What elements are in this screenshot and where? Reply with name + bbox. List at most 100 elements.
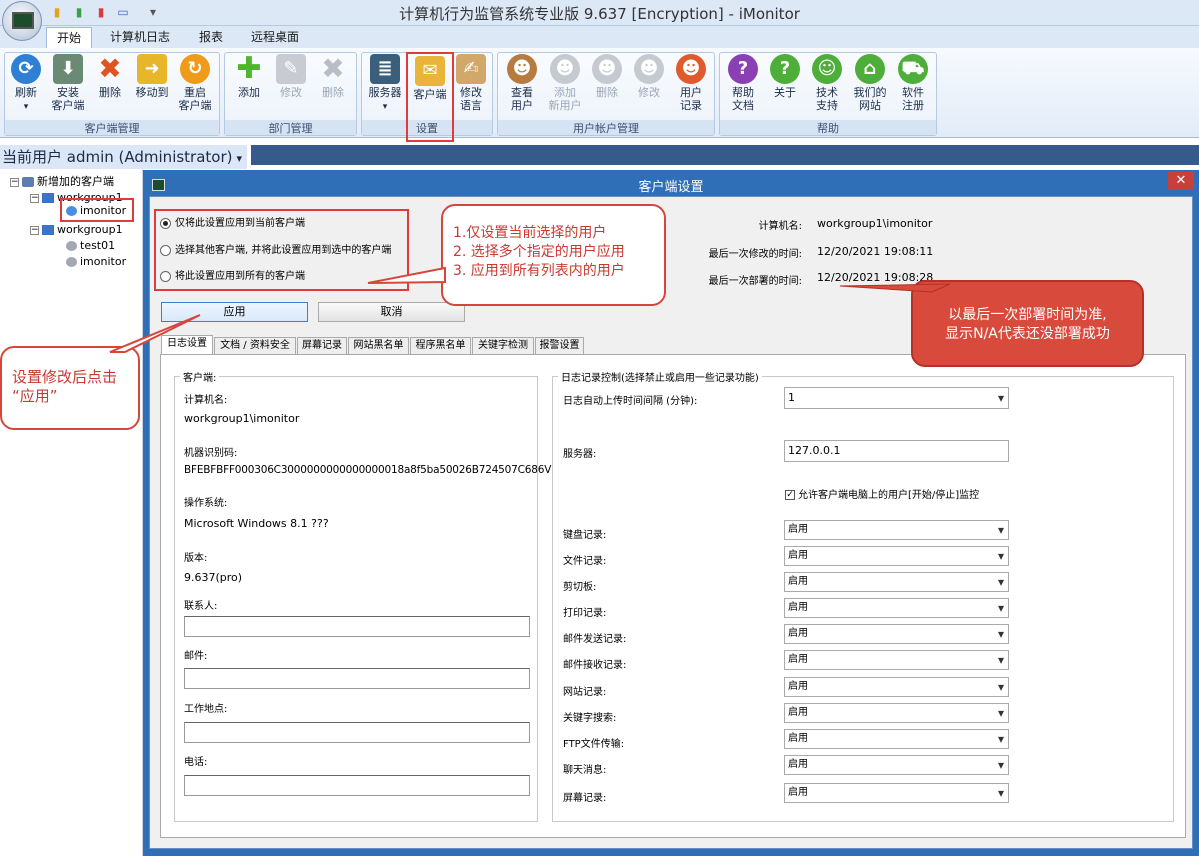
log-item-label: 剪切板:	[563, 582, 597, 593]
server-label: 服务器:	[563, 449, 597, 460]
os-value: Microsoft Windows 8.1 ???	[184, 517, 329, 530]
collapse-icon[interactable]: −	[10, 177, 19, 187]
log-item-select[interactable]: 启用	[784, 572, 1009, 592]
log-item-label: 关键字搜索:	[563, 713, 617, 724]
tab-program-blacklist[interactable]: 程序黑名单	[410, 337, 471, 355]
mail-input[interactable]	[184, 668, 530, 689]
log-item-select[interactable]: 启用	[784, 650, 1009, 670]
tree-node-workgroup1-b[interactable]: − workgroup1	[30, 222, 123, 238]
log-item-select[interactable]: 启用	[784, 546, 1009, 566]
group-label: 帮助	[720, 120, 936, 135]
add-plus-icon: ✚	[236, 51, 262, 86]
checkmark-icon: ✓	[785, 490, 795, 500]
server-settings-button[interactable]: ≣ 服务器 ▾	[364, 54, 406, 114]
language-icon: ✍	[456, 54, 486, 84]
last-deployed-label: 最后一次部署的时间:	[708, 276, 802, 287]
tree-node-test01[interactable]: test01	[66, 238, 115, 254]
move-folder-icon: ➜	[137, 54, 167, 84]
client-name-label: 计算机名:	[184, 395, 228, 406]
restart-client-button[interactable]: ↻ 重启 客户端	[174, 54, 216, 112]
log-item-select[interactable]: 启用	[784, 755, 1009, 775]
tab-keyword-detection[interactable]: 关键字检测	[472, 337, 534, 355]
radio-apply-selected[interactable]: 选择其他客户端, 并将此设置应用到选中的客户端	[160, 244, 391, 258]
delete-user-button[interactable]: ☻ 删除	[588, 54, 626, 99]
log-item-select[interactable]: 启用	[784, 677, 1009, 697]
apply-button[interactable]: 应用	[161, 302, 308, 322]
delete-department-button[interactable]: ✖ 删除	[313, 52, 353, 100]
tree-node-imonitor-selected[interactable]: imonitor	[60, 198, 134, 222]
delete-client-button[interactable]: ✖ 删除	[90, 54, 130, 100]
tab-computer-log[interactable]: 计算机日志	[102, 27, 178, 49]
tab-start[interactable]: 开始	[46, 27, 92, 49]
collapse-icon[interactable]: −	[30, 225, 39, 235]
register-software-button[interactable]: ⛟ 软件 注册	[893, 54, 933, 112]
tab-alert-settings[interactable]: 报警设置	[535, 337, 584, 355]
upload-interval-select[interactable]: 1	[784, 387, 1009, 409]
radio-apply-current[interactable]: 仅将此设置应用到当前客户端	[160, 217, 305, 231]
log-item-select[interactable]: 启用	[784, 598, 1009, 618]
tab-document-security[interactable]: 文档 / 资料安全	[214, 337, 296, 355]
collapse-icon[interactable]: −	[30, 193, 39, 203]
help-docs-button[interactable]: ? 帮助 文档	[723, 54, 763, 112]
tab-remote-desktop[interactable]: 远程桌面	[244, 27, 306, 49]
user-icon	[66, 257, 77, 267]
computer-group-icon	[42, 225, 54, 235]
app-menu-button[interactable]	[2, 1, 42, 41]
log-item-select[interactable]: 启用	[784, 703, 1009, 723]
tab-reports[interactable]: 报表	[190, 27, 232, 49]
add-user-button[interactable]: ☻ 添加 新用户	[544, 54, 586, 112]
tech-support-button[interactable]: ☺ 技术 支持	[807, 54, 847, 112]
contact-input[interactable]	[184, 616, 530, 637]
log-item-label: 键盘记录:	[563, 530, 607, 541]
edit-icon: ✎	[276, 54, 306, 84]
client-info-group	[174, 376, 538, 822]
log-item-select[interactable]: 启用	[784, 624, 1009, 644]
change-language-button[interactable]: ✍ 修改 语言	[452, 54, 490, 112]
edit-user-button[interactable]: ☻ 修改	[629, 54, 669, 99]
bar-chart-icon[interactable]: ▮	[50, 5, 64, 19]
refresh-button[interactable]: ⟳ 刷新 ▾	[6, 54, 46, 114]
user-records-button[interactable]: ☻ 用户 记录	[671, 54, 711, 112]
edit-department-button[interactable]: ✎ 修改	[271, 54, 311, 99]
log-item-select[interactable]: 启用	[784, 729, 1009, 749]
allow-users-checkbox[interactable]: ✓ 允许客户端电脑上的用户[开始/停止]监控	[785, 486, 979, 501]
group-label: 部门管理	[225, 120, 356, 135]
log-item-select[interactable]: 启用	[784, 783, 1009, 803]
radio-icon	[160, 244, 171, 256]
phone-input[interactable]	[184, 775, 530, 796]
dropdown-arrow-icon: ▾	[382, 102, 388, 112]
line-chart-icon[interactable]: ▮	[72, 5, 86, 19]
about-button[interactable]: ? 关于	[765, 54, 805, 99]
tab-log-settings[interactable]: 日志设置	[161, 335, 213, 356]
tree-node-new-clients[interactable]: − 新增加的客户端	[10, 174, 114, 190]
cancel-button[interactable]: 取消	[318, 302, 465, 322]
location-input[interactable]	[184, 722, 530, 743]
radio-apply-all[interactable]: 将此设置应用到所有的客户端	[160, 270, 305, 284]
client-settings-button[interactable]: ✉ 客户端	[406, 52, 454, 142]
window-title: 计算机行为监管系统专业版 9.637 [Encryption] - iMonit…	[399, 5, 800, 23]
install-client-button[interactable]: ⬇ 安装 客户端	[48, 54, 88, 112]
pie-chart-icon[interactable]: ▮	[94, 5, 108, 19]
move-to-button[interactable]: ➜ 移动到	[131, 54, 173, 99]
users-icon: ☻	[507, 54, 537, 84]
quick-access-dropdown-icon[interactable]: ▾	[146, 5, 160, 19]
delete-x-icon: ✖	[321, 52, 345, 85]
log-item-select[interactable]: 启用	[784, 520, 1009, 540]
close-icon: ✕	[1175, 173, 1187, 188]
client-name-value: workgroup1\imonitor	[184, 412, 300, 425]
log-item-label: 邮件发送记录:	[563, 634, 627, 645]
our-website-button[interactable]: ⌂ 我们的 网站	[849, 54, 891, 112]
current-user-selector[interactable]: 当前用户 admin (Administrator) ▾	[0, 145, 247, 169]
help-question-icon: ?	[728, 54, 758, 84]
log-control-legend: 日志记录控制(选择禁止或启用一些记录功能)	[558, 369, 762, 384]
client-group-legend: 客户端:	[180, 369, 220, 384]
view-users-button[interactable]: ☻ 查看 用户	[502, 54, 542, 112]
tab-screen-recording[interactable]: 屏幕记录	[297, 337, 347, 355]
tree-node-imonitor[interactable]: imonitor	[66, 254, 126, 270]
add-department-button[interactable]: ✚ 添加	[229, 51, 269, 100]
close-button[interactable]: ✕	[1168, 172, 1194, 190]
server-input[interactable]: 127.0.0.1	[784, 440, 1009, 462]
phone-label: 电话:	[184, 757, 208, 768]
tab-website-blacklist[interactable]: 网站黑名单	[348, 337, 409, 355]
monitor-quick-icon[interactable]: ▭	[116, 5, 130, 19]
